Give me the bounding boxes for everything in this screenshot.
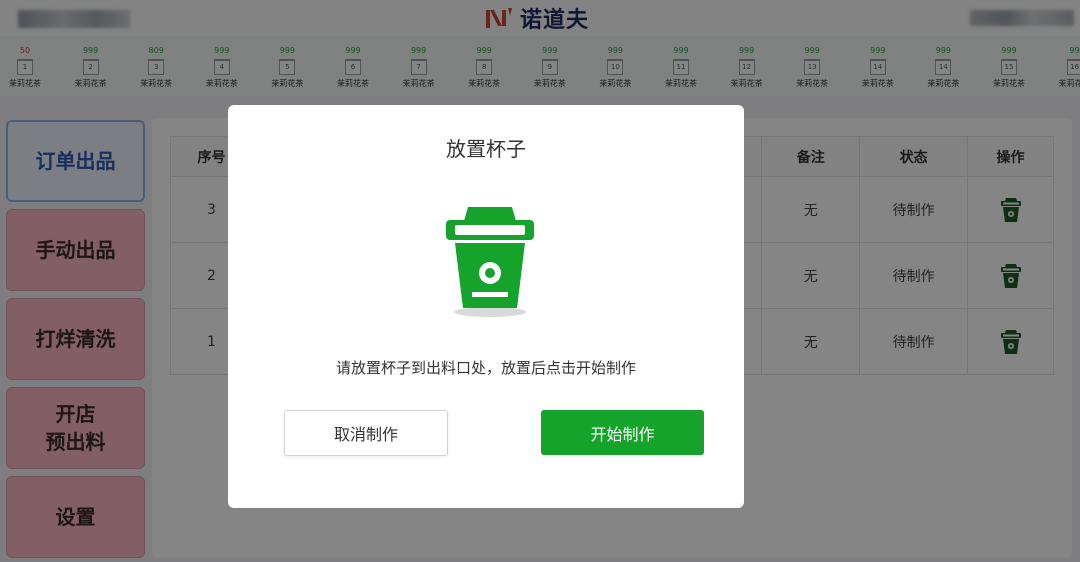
coffee-cup-icon <box>446 207 534 317</box>
place-cup-dialog: 放置杯子 请放置杯子到出料口处，放置后点击开始制作 取消制作 开始制作 <box>228 105 744 508</box>
dialog-message: 请放置杯子到出料口处，放置后点击开始制作 <box>335 359 636 377</box>
dialog-title: 放置杯子 <box>446 137 526 161</box>
start-production-button[interactable]: 开始制作 <box>541 410 704 455</box>
cancel-production-button[interactable]: 取消制作 <box>284 410 448 456</box>
